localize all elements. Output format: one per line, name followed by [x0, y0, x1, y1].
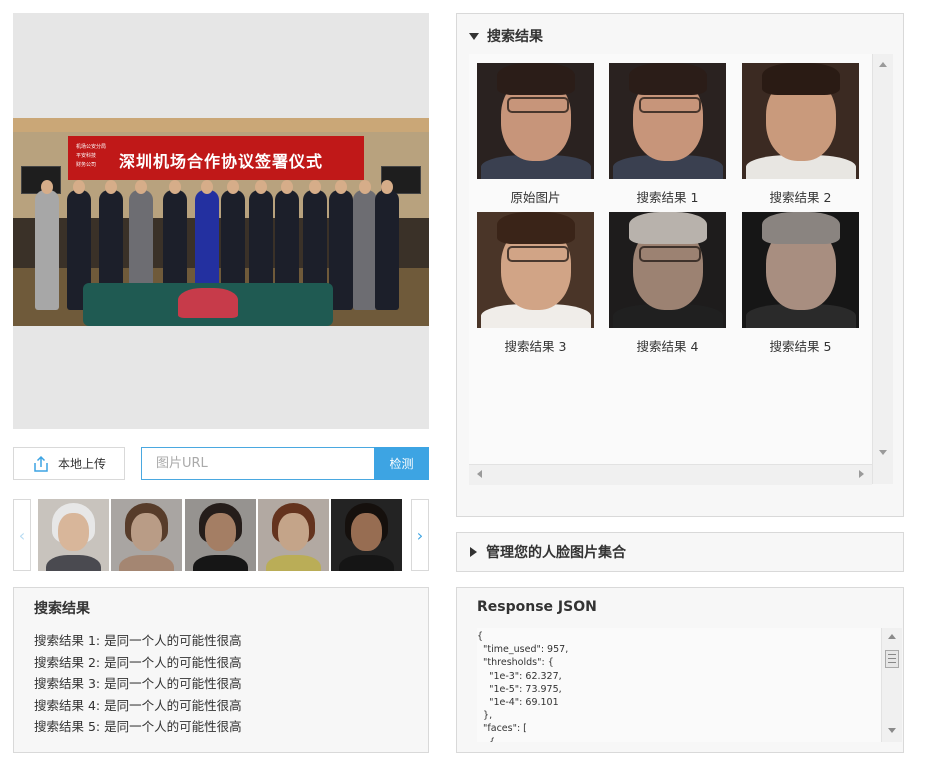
manage-panel-title: 管理您的人脸图片集合 [486, 545, 626, 561]
search-results-panel: 搜索结果 原始图片 搜索结果 1 搜索结果 2 搜索结果 3 搜索结果 4 搜索结果 5 [456, 13, 904, 517]
face-thumbnail [609, 212, 726, 328]
thumb-woman-smiling[interactable] [258, 499, 329, 571]
scroll-left-arrow-icon[interactable] [477, 470, 482, 478]
face-thumbnail [477, 212, 594, 328]
results-grid: 原始图片 搜索结果 1 搜索结果 2 搜索结果 3 搜索结果 4 搜索结果 5 [469, 54, 892, 484]
json-scroll-up-icon[interactable] [888, 634, 896, 639]
summary-line-1: 搜索结果 1: 是同一个人的可能性很高 [34, 633, 242, 648]
response-json-panel: Response JSON { "time_used": 957, "thres… [456, 587, 904, 753]
face-caption: 原始图片 [510, 190, 561, 205]
face-caption: 搜索结果 4 [636, 339, 699, 354]
local-upload-button[interactable]: 本地上传 [13, 447, 125, 480]
face-thumbnail [742, 63, 859, 179]
face-caption: 搜索结果 1 [636, 190, 699, 205]
detect-button[interactable]: 检测 [374, 447, 429, 480]
results-vertical-scrollbar[interactable] [872, 54, 893, 484]
summary-line-4: 搜索结果 4: 是同一个人的可能性很高 [34, 697, 242, 713]
thumb-man-beard[interactable] [185, 499, 256, 571]
face-caption: 搜索结果 2 [769, 190, 832, 205]
summary-line-3: 搜索结果 3: 是同一个人的可能性很高 [34, 676, 242, 691]
results-horizontal-scrollbar[interactable] [469, 464, 872, 485]
manage-face-collection-panel[interactable]: 管理您的人脸图片集合 [456, 532, 904, 572]
scroll-up-arrow-icon[interactable] [879, 62, 887, 67]
upload-icon [34, 455, 48, 472]
json-scroll-thumb[interactable] [885, 650, 899, 668]
image-url-input[interactable] [141, 447, 375, 480]
face-thumbnail [477, 63, 594, 179]
search-results-title: 搜索结果 [487, 29, 543, 45]
search-results-header[interactable]: 搜索结果 [469, 26, 543, 46]
local-upload-label: 本地上传 [57, 457, 106, 471]
json-viewer[interactable]: { "time_used": 957, "thresholds": { "1e-… [477, 628, 900, 742]
chevron-right-icon: › [416, 525, 424, 545]
scroll-right-arrow-icon[interactable] [859, 470, 864, 478]
image-preview: 机场公安分局 平安科技 财务公司 深圳机场合作协议签署仪式 [13, 13, 429, 429]
thumb-woman-dark[interactable] [331, 499, 402, 571]
face-caption: 搜索结果 5 [769, 339, 832, 354]
uploaded-photo: 机场公安分局 平安科技 财务公司 深圳机场合作协议签署仪式 [13, 118, 429, 326]
thumb-elderly-man[interactable] [38, 499, 109, 571]
json-scrollbar[interactable] [881, 628, 902, 742]
face-caption: 搜索结果 3 [504, 339, 567, 354]
collapse-triangle-icon [469, 32, 479, 40]
json-scroll-down-icon[interactable] [888, 728, 896, 733]
search-result-summary: 搜索结果 搜索结果 1: 是同一个人的可能性很高 搜索结果 2: 是同一个人的可… [13, 587, 429, 753]
json-content: { "time_used": 957, "thresholds": { "1e-… [477, 631, 569, 742]
face-thumbnail [742, 212, 859, 328]
face-thumbnail [609, 63, 726, 179]
summary-title: 搜索结果 [34, 601, 90, 617]
photo-banner-text: 深圳机场合作协议签署仪式 [119, 152, 324, 171]
summary-line-2: 搜索结果 2: 是同一个人的可能性很高 [34, 654, 242, 670]
chevron-left-icon: ‹ [18, 525, 26, 545]
response-json-title: Response JSON [477, 599, 597, 615]
strip-next-button[interactable]: › [411, 499, 429, 571]
strip-prev-button[interactable]: ‹ [13, 499, 31, 571]
summary-line-5: 搜索结果 5: 是同一个人的可能性很高 [34, 719, 242, 734]
photo-banner-small-text: 机场公安分局 平安科技 财务公司 [76, 144, 107, 168]
thumb-woman-1[interactable] [111, 499, 182, 571]
expand-triangle-icon [470, 547, 477, 557]
scroll-down-arrow-icon[interactable] [879, 450, 887, 455]
